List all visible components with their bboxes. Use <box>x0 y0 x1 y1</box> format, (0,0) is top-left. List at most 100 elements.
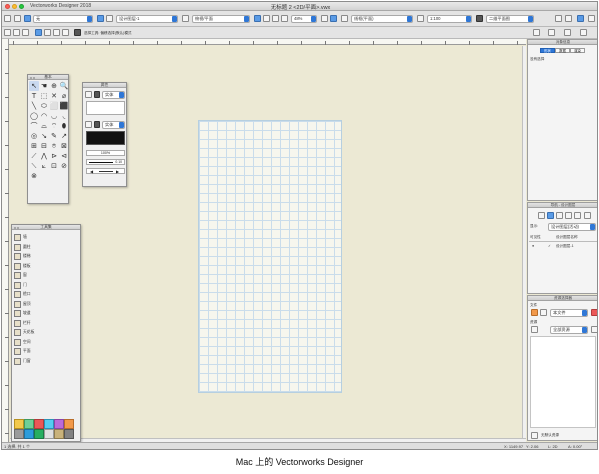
saved-views-icon[interactable] <box>476 15 483 22</box>
pen-style-dropdown[interactable]: 实体 <box>102 121 125 129</box>
layer-dropdown[interactable]: 设计图层-1 <box>116 15 178 23</box>
toolset-list-item[interactable]: 屋顶 <box>12 300 80 310</box>
toolset-list-item[interactable]: 楼板 <box>12 262 80 272</box>
nav-references-icon[interactable] <box>574 212 581 219</box>
basic-tool-icon[interactable]: ⊡ <box>49 161 59 171</box>
basic-tool-icon[interactable]: ⟍ <box>29 161 39 171</box>
basic-tool-icon[interactable]: ◡ <box>49 111 59 121</box>
basic-palette-title[interactable]: 基本 <box>28 75 68 80</box>
forward-icon[interactable] <box>14 15 21 22</box>
basic-tool-icon[interactable]: ⌀ <box>59 91 69 101</box>
layer-row-name[interactable]: 设计图层-1 <box>556 244 574 249</box>
toolset-tab-icon[interactable] <box>14 429 24 439</box>
render-mode-dropdown[interactable]: 线框(平面) <box>351 15 413 23</box>
tab-shape[interactable]: 形状 <box>540 48 555 53</box>
basic-tool-icon[interactable]: 🔍 <box>59 81 69 91</box>
toolset-tab-icon[interactable] <box>24 419 34 429</box>
search-icon[interactable] <box>591 326 597 333</box>
snap-icon[interactable] <box>13 29 20 36</box>
basic-tool-icon[interactable]: ◯ <box>29 111 39 121</box>
palette-controls[interactable] <box>29 76 37 79</box>
toolset-tab-icon[interactable] <box>64 419 74 429</box>
toolset-list-item[interactable]: 天花板 <box>12 328 80 338</box>
class-icon[interactable] <box>24 15 31 22</box>
toolset-list-item[interactable]: 楼梯 <box>12 252 80 262</box>
layer-options-icon[interactable] <box>106 15 113 22</box>
tab-data[interactable]: 数据 <box>555 48 570 53</box>
projection-icon[interactable] <box>341 15 348 22</box>
vertical-scrollbar[interactable] <box>522 46 526 438</box>
saved-view-dropdown[interactable]: 二维平面图 <box>486 15 534 23</box>
arrowhead-field[interactable]: ◀ ▶ <box>86 168 125 174</box>
basic-tool-icon[interactable]: ⊗ <box>29 171 39 181</box>
toolset-tab-icon[interactable] <box>44 429 54 439</box>
basic-tool-icon[interactable]: ⬚ <box>39 91 49 101</box>
toolset-list-item[interactable]: 墙 <box>12 233 80 243</box>
fill-style-dropdown[interactable]: 实体 <box>102 91 125 99</box>
basic-tool-icon[interactable]: ✎ <box>49 131 59 141</box>
arrow-right-icon[interactable]: ▶ <box>116 169 119 174</box>
pen-color-swatch[interactable] <box>94 121 100 128</box>
line-weight-field[interactable]: 0.10 <box>86 159 125 165</box>
basic-tool-icon[interactable]: ◟ <box>59 111 69 121</box>
basic-tool-icon[interactable]: ⬜ <box>49 101 59 111</box>
toolset-palette-title[interactable]: 工具集 <box>12 225 80 230</box>
toolset-list-item[interactable]: 门 <box>12 281 80 291</box>
toolset-list-item[interactable]: 坡道 <box>12 309 80 319</box>
basic-tool-icon[interactable]: ↘ <box>39 131 49 141</box>
visibility-toggle[interactable]: ● <box>532 244 534 248</box>
nav-views-icon[interactable] <box>565 212 572 219</box>
tool-preferences-icon[interactable] <box>74 29 81 36</box>
resource-list[interactable] <box>530 336 596 428</box>
toolset-tab-icon[interactable] <box>54 429 64 439</box>
fit-to-window-icon[interactable] <box>254 15 261 22</box>
render-icon[interactable] <box>330 15 337 22</box>
basic-tool-icon[interactable]: ⌔ <box>49 121 59 131</box>
toolset-list-item[interactable]: 圆柱 <box>12 243 80 253</box>
fill-color-swatch[interactable] <box>94 91 100 98</box>
layer-icon[interactable] <box>97 15 104 22</box>
toolset-tab-icon[interactable] <box>64 429 74 439</box>
info-icon[interactable] <box>580 29 587 36</box>
basic-tool-icon[interactable]: ⊳ <box>49 151 59 161</box>
scale-dropdown[interactable]: 1:100 <box>427 15 472 23</box>
nav-sheet-layers-icon[interactable] <box>556 212 563 219</box>
toolset-tab-icon[interactable] <box>14 419 24 429</box>
constraint-icon[interactable] <box>4 29 11 36</box>
basic-tool-icon[interactable]: ⬮ <box>59 121 69 131</box>
basic-tool-icon[interactable]: ⊠ <box>59 141 69 151</box>
bottom-checkbox-icon[interactable] <box>531 432 538 439</box>
nav-layers-icon[interactable] <box>538 212 545 219</box>
basic-tool-icon[interactable]: ⌾ <box>49 141 59 151</box>
basic-tool-icon[interactable]: ⬭ <box>39 101 49 111</box>
back-icon[interactable] <box>4 15 11 22</box>
settings-icon[interactable] <box>555 15 562 22</box>
basic-tool-icon[interactable]: ☚ <box>39 81 49 91</box>
view-icon[interactable] <box>182 15 189 22</box>
basic-tool-icon[interactable]: ◠ <box>39 111 49 121</box>
help-icon[interactable] <box>577 15 584 22</box>
file-browse-icon[interactable] <box>540 309 547 316</box>
basic-tool-icon[interactable]: ↖ <box>29 81 39 91</box>
resource-type-icon[interactable] <box>531 326 538 333</box>
workspace-icon[interactable] <box>548 29 555 36</box>
basic-tool-icon[interactable]: ⌓ <box>39 121 49 131</box>
visibility-icon[interactable] <box>565 15 572 22</box>
basic-tool-icon[interactable]: ⊲ <box>59 151 69 161</box>
toolset-list-item[interactable]: 栏杆 <box>12 319 80 329</box>
basic-tool-icon[interactable]: ⟀ <box>39 161 49 171</box>
smart-cursor-icon[interactable] <box>22 29 29 36</box>
toolset-list-item[interactable]: 门窗 <box>12 357 80 367</box>
file-dropdown[interactable]: 本文件 <box>550 309 588 317</box>
close-file-icon[interactable] <box>591 309 597 316</box>
basic-tool-icon[interactable]: ⬛ <box>59 101 69 111</box>
polygon-select-icon[interactable] <box>62 29 69 36</box>
basic-tool-icon[interactable]: ✕ <box>49 91 59 101</box>
basic-tool-icon[interactable]: ⌒ <box>29 121 39 131</box>
toolset-list-item[interactable]: 窗 <box>12 271 80 281</box>
palette-controls[interactable] <box>13 226 21 229</box>
palette-icon[interactable] <box>564 29 571 36</box>
resource-type-dropdown[interactable]: 全部资源 <box>550 326 588 334</box>
opacity-field[interactable]: 100% <box>86 150 125 156</box>
scale-icon[interactable] <box>417 15 424 22</box>
